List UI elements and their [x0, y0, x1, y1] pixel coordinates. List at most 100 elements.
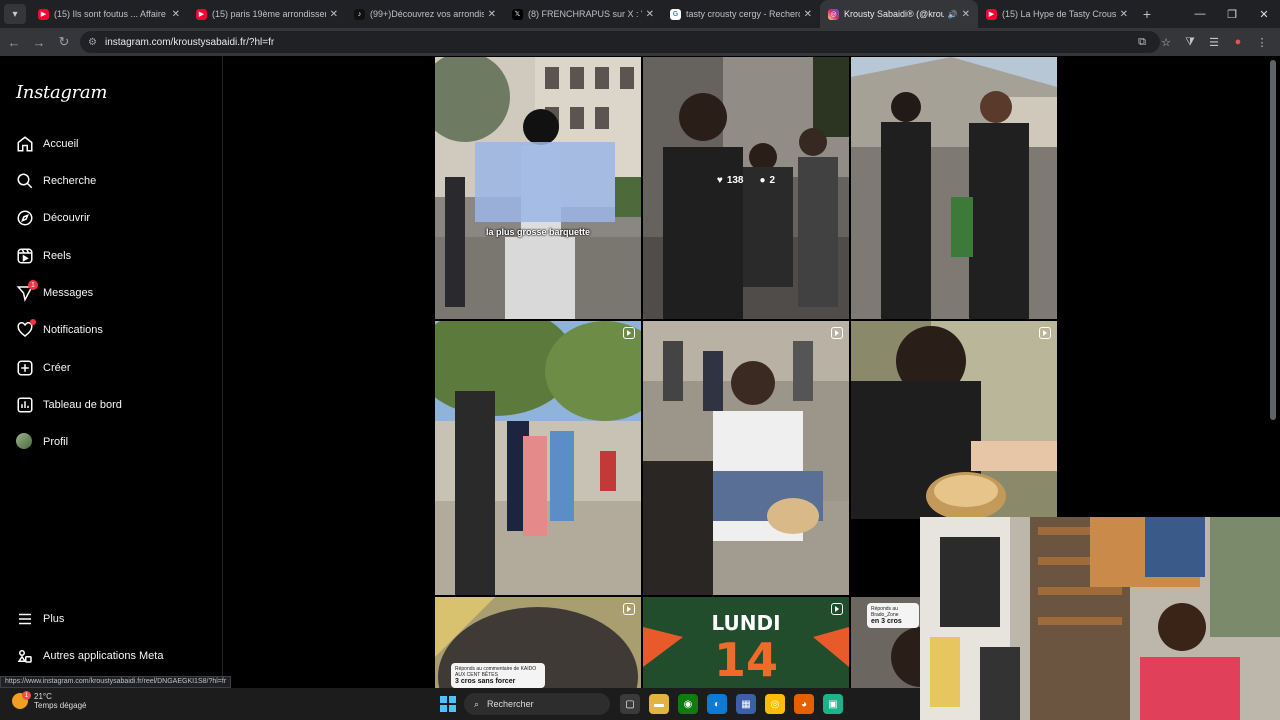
- nav-item-profile[interactable]: Profil: [16, 430, 68, 454]
- app-icon[interactable]: ▣: [823, 694, 843, 714]
- nav-item-create[interactable]: Créer: [16, 356, 71, 380]
- compass-icon: [16, 209, 34, 227]
- forward-icon[interactable]: →: [28, 31, 50, 53]
- browser-tab[interactable]: 𝕏 (8) FRENCHRAPUS sur X : " ✕: [504, 0, 662, 28]
- close-tab-icon[interactable]: ✕: [330, 9, 338, 20]
- sun-icon: 1: [12, 691, 31, 709]
- profile-avatar: [16, 433, 34, 451]
- instagram-sidebar: Instagram Accueil Recherche Découvrir Re…: [0, 56, 223, 688]
- heart-icon: [16, 319, 36, 339]
- back-icon[interactable]: ←: [3, 31, 25, 53]
- post-thumbnail[interactable]: [851, 321, 1057, 519]
- post-image: [435, 57, 641, 319]
- install-app-icon[interactable]: ⧉: [1130, 31, 1154, 53]
- post-thumbnail[interactable]: [435, 321, 641, 595]
- chrome-icon[interactable]: ◎: [765, 694, 785, 714]
- url-bar[interactable]: ⚙ instagram.com/kroustysabaidi.fr/?hl=fr: [80, 31, 1160, 53]
- comment-bubble-icon: ●: [759, 175, 766, 186]
- page-scrollbar[interactable]: [1270, 60, 1276, 420]
- reels-icon: [16, 247, 34, 265]
- nav-item-notifications[interactable]: Notifications: [16, 318, 103, 342]
- file-explorer-icon[interactable]: ▬: [649, 694, 669, 714]
- browser-tab[interactable]: ♪ (99+)Découvrez vos arrondisse ✕: [346, 0, 504, 28]
- link-status-bar: https://www.instagram.com/kroustysabaidi…: [0, 676, 232, 688]
- post-thumbnail[interactable]: [643, 321, 849, 595]
- restore-icon[interactable]: ❐: [1216, 0, 1248, 28]
- post-thumbnail[interactable]: LUNDI 14: [643, 597, 849, 688]
- new-tab-button[interactable]: +: [1136, 6, 1158, 22]
- close-tab-icon[interactable]: ✕: [488, 9, 496, 20]
- address-toolbar: ← → ↻ ⚙ instagram.com/kroustysabaidi.fr/…: [0, 28, 1280, 56]
- extensions-icon[interactable]: ⧩: [1178, 31, 1202, 53]
- youtube-icon: ▶: [986, 8, 997, 20]
- close-window-icon[interactable]: ✕: [1248, 0, 1280, 28]
- reel-icon: [831, 603, 843, 615]
- browser-tab-active[interactable]: ◎ Krousty Sabaidi® (@krousty 🔊 ✕: [820, 0, 978, 28]
- webcam-overlay: [920, 517, 1280, 720]
- close-tab-icon[interactable]: ✕: [1120, 9, 1128, 20]
- window-controls: — ❐ ✕: [1184, 0, 1280, 28]
- reading-list-icon[interactable]: ☰: [1202, 31, 1226, 53]
- nav-item-dashboard[interactable]: Tableau de bord: [16, 393, 122, 417]
- nav-item-explore[interactable]: Découvrir: [16, 206, 90, 230]
- post-image: [435, 321, 641, 595]
- bookmark-star-icon[interactable]: ☆: [1154, 31, 1178, 53]
- reload-icon[interactable]: ↻: [53, 31, 75, 53]
- close-tab-icon[interactable]: ✕: [804, 9, 812, 20]
- nav-item-reels[interactable]: Reels: [16, 244, 71, 268]
- instagram-logo[interactable]: Instagram: [16, 82, 107, 103]
- reel-icon: [623, 603, 635, 615]
- comments-count: ● 2: [759, 175, 776, 186]
- nav-item-home[interactable]: Accueil: [16, 132, 78, 156]
- google-icon: G: [670, 8, 681, 20]
- hamburger-icon: [16, 610, 34, 628]
- post-thumbnail-hovered[interactable]: ♥ 138 ● 2: [643, 57, 849, 319]
- weather-widget[interactable]: 1 21°C Temps dégagé: [12, 691, 87, 710]
- post-thumbnail[interactable]: Réponds au commentaire de KAIDO AUX CENT…: [435, 597, 641, 688]
- close-tab-icon[interactable]: ✕: [646, 9, 654, 20]
- home-icon: [16, 135, 34, 153]
- messenger-icon: 1: [16, 280, 38, 302]
- tiktok-icon: ♪: [354, 8, 365, 20]
- browser-tab[interactable]: G tasty crousty cergy - Recherche ✕: [662, 0, 820, 28]
- nav-item-meta-apps[interactable]: Autres applications Meta: [16, 644, 163, 668]
- message-count-badge: 1: [28, 280, 38, 290]
- taskbar-search[interactable]: ⌕ Rechercher: [464, 693, 610, 715]
- meta-apps-icon: [16, 647, 34, 665]
- heart-filled-icon: ♥: [716, 175, 723, 186]
- browser-tab[interactable]: ▶ (15) paris 19ème arrondisseme ✕: [188, 0, 346, 28]
- weather-condition: Temps dégagé: [34, 701, 87, 710]
- browser-tab[interactable]: ▶ (15) La Hype de Tasty Crousty ✕: [978, 0, 1136, 28]
- webcam-image: [920, 517, 1280, 720]
- nav-item-more[interactable]: Plus: [16, 607, 64, 631]
- youtube-icon: ▶: [196, 8, 207, 20]
- edge-icon[interactable]: ◐: [707, 694, 727, 714]
- menu-icon[interactable]: ⋮: [1250, 31, 1274, 53]
- close-tab-icon[interactable]: ✕: [962, 9, 970, 20]
- taskbar-apps: ▢ ▬ ◉ ◐ ▦ ◎ ◕ ▣: [620, 694, 843, 714]
- nav-item-search[interactable]: Recherche: [16, 169, 96, 193]
- browser-tab[interactable]: ▶ (15) Ils sont foutus ... Affaire Jea ✕: [30, 0, 188, 28]
- post-thumbnail[interactable]: la plus grosse barquette: [435, 57, 641, 319]
- store-icon[interactable]: ▦: [736, 694, 756, 714]
- post-caption-overlay: la plus grosse barquette: [485, 227, 591, 237]
- reel-icon: [623, 327, 635, 339]
- search-icon: [16, 172, 34, 190]
- likes-count: ♥ 138: [716, 175, 744, 186]
- close-tab-icon[interactable]: ✕: [172, 9, 180, 20]
- browser-tab-bar: ▾ ▶ (15) Ils sont foutus ... Affaire Jea…: [0, 0, 1280, 28]
- xbox-icon[interactable]: ◉: [678, 694, 698, 714]
- weather-temperature: 21°C: [34, 692, 52, 701]
- weather-badge: 1: [22, 691, 31, 700]
- post-thumbnail[interactable]: [851, 57, 1057, 319]
- profile-icon[interactable]: ●: [1226, 31, 1250, 53]
- post-overlay-date: 14: [713, 633, 778, 687]
- nav-item-messages[interactable]: 1 Messages: [16, 280, 93, 305]
- windows-start-icon[interactable]: [440, 696, 456, 712]
- firefox-icon[interactable]: ◕: [794, 694, 814, 714]
- tab-search-button[interactable]: ▾: [4, 4, 26, 24]
- minimize-icon[interactable]: —: [1184, 0, 1216, 28]
- site-info-icon[interactable]: ⚙: [88, 37, 97, 48]
- task-view-icon[interactable]: ▢: [620, 694, 640, 714]
- speaker-icon[interactable]: 🔊: [948, 10, 958, 19]
